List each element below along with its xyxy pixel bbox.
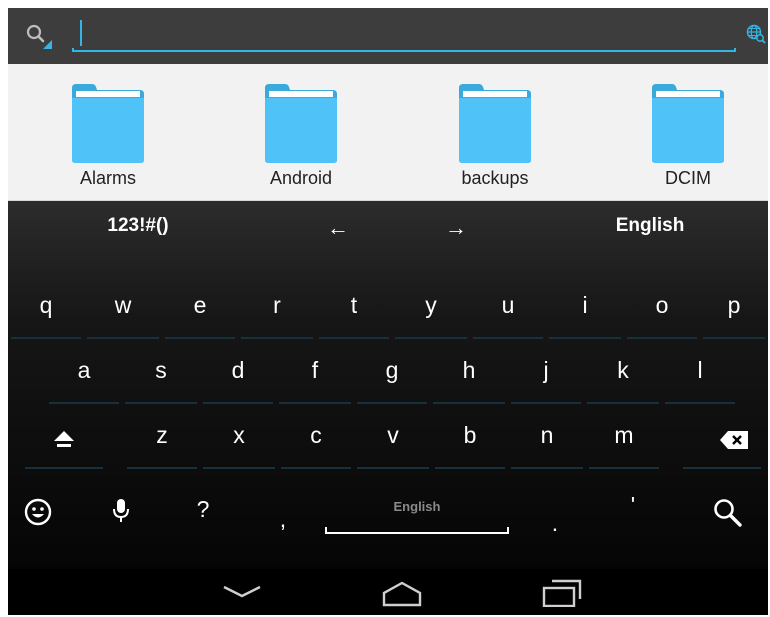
question-mark-key[interactable]: ? — [168, 483, 238, 543]
back-button[interactable] — [202, 569, 282, 615]
search-key[interactable] — [688, 483, 768, 543]
microphone-icon — [113, 499, 129, 522]
folder-label: backups — [461, 168, 529, 188]
key-q[interactable]: q — [8, 279, 84, 339]
key-e[interactable]: e — [162, 279, 238, 339]
folder-item[interactable]: DCIM — [628, 64, 748, 200]
key-a[interactable]: a — [46, 344, 122, 404]
recent-apps-icon — [542, 579, 582, 607]
home-icon — [382, 581, 422, 607]
key-o[interactable]: o — [624, 279, 700, 339]
key-b[interactable]: b — [432, 409, 508, 469]
key-u[interactable]: u — [470, 279, 546, 339]
apostrophe-key[interactable]: ' — [598, 479, 668, 539]
comma-key[interactable]: , — [248, 493, 318, 553]
folder-item[interactable]: backups — [435, 64, 555, 200]
search-input-underline — [72, 48, 736, 52]
folder-label: Android — [269, 168, 333, 188]
recent-apps-button[interactable] — [522, 569, 602, 615]
screen: Alarms Android backups DCIM 123!#() ← → … — [8, 8, 768, 615]
folder-icon — [652, 84, 724, 163]
key-n[interactable]: n — [508, 409, 586, 469]
search-icon — [714, 499, 742, 527]
space-bar-label: English — [393, 499, 441, 514]
folder-item[interactable]: Alarms — [48, 64, 168, 200]
key-v[interactable]: v — [354, 409, 432, 469]
space-bar-outline — [325, 527, 509, 534]
key-f[interactable]: f — [276, 344, 354, 404]
period-key[interactable]: . — [520, 497, 590, 557]
key-t[interactable]: t — [316, 279, 392, 339]
folder-icon — [72, 84, 144, 163]
voice-input-key[interactable] — [86, 483, 156, 543]
folder-grid: Alarms Android backups DCIM — [8, 64, 768, 201]
navigation-bar — [8, 569, 768, 615]
key-l[interactable]: l — [662, 344, 738, 404]
key-z[interactable]: z — [124, 409, 200, 469]
emoji-key[interactable] — [8, 483, 78, 543]
smiley-icon — [24, 498, 52, 526]
key-g[interactable]: g — [354, 344, 430, 404]
shift-icon — [54, 431, 74, 447]
backspace-key[interactable] — [680, 409, 764, 469]
key-k[interactable]: k — [584, 344, 662, 404]
globe-search-icon[interactable] — [746, 24, 766, 44]
key-s[interactable]: s — [122, 344, 200, 404]
key-p[interactable]: p — [700, 279, 768, 339]
key-w[interactable]: w — [84, 279, 162, 339]
key-x[interactable]: x — [200, 409, 278, 469]
space-bar[interactable]: English — [324, 483, 510, 543]
key-r[interactable]: r — [238, 279, 316, 339]
search-icon[interactable] — [24, 22, 54, 50]
key-j[interactable]: j — [508, 344, 584, 404]
soft-keyboard: 123!#() ← → English q w e r t y u i o p … — [8, 201, 768, 569]
folder-item[interactable]: Android — [241, 64, 361, 200]
language-suggestion[interactable]: English — [590, 215, 710, 237]
search-bar — [8, 8, 768, 64]
folder-label: Alarms — [79, 168, 136, 188]
cursor-left-key[interactable]: ← — [298, 215, 378, 241]
text-cursor — [80, 20, 82, 46]
folder-label: DCIM — [665, 168, 711, 188]
symbols-key[interactable]: 123!#() — [78, 215, 198, 237]
home-button[interactable] — [362, 569, 442, 615]
key-c[interactable]: c — [278, 409, 354, 469]
backspace-icon — [720, 431, 748, 449]
key-m[interactable]: m — [586, 409, 662, 469]
chevron-down-icon — [223, 585, 261, 598]
key-i[interactable]: i — [546, 279, 624, 339]
shift-key[interactable] — [22, 409, 106, 469]
key-d[interactable]: d — [200, 344, 276, 404]
cursor-right-key[interactable]: → — [416, 215, 496, 241]
folder-icon — [265, 84, 337, 163]
folder-icon — [459, 84, 531, 163]
key-y[interactable]: y — [392, 279, 470, 339]
key-h[interactable]: h — [430, 344, 508, 404]
